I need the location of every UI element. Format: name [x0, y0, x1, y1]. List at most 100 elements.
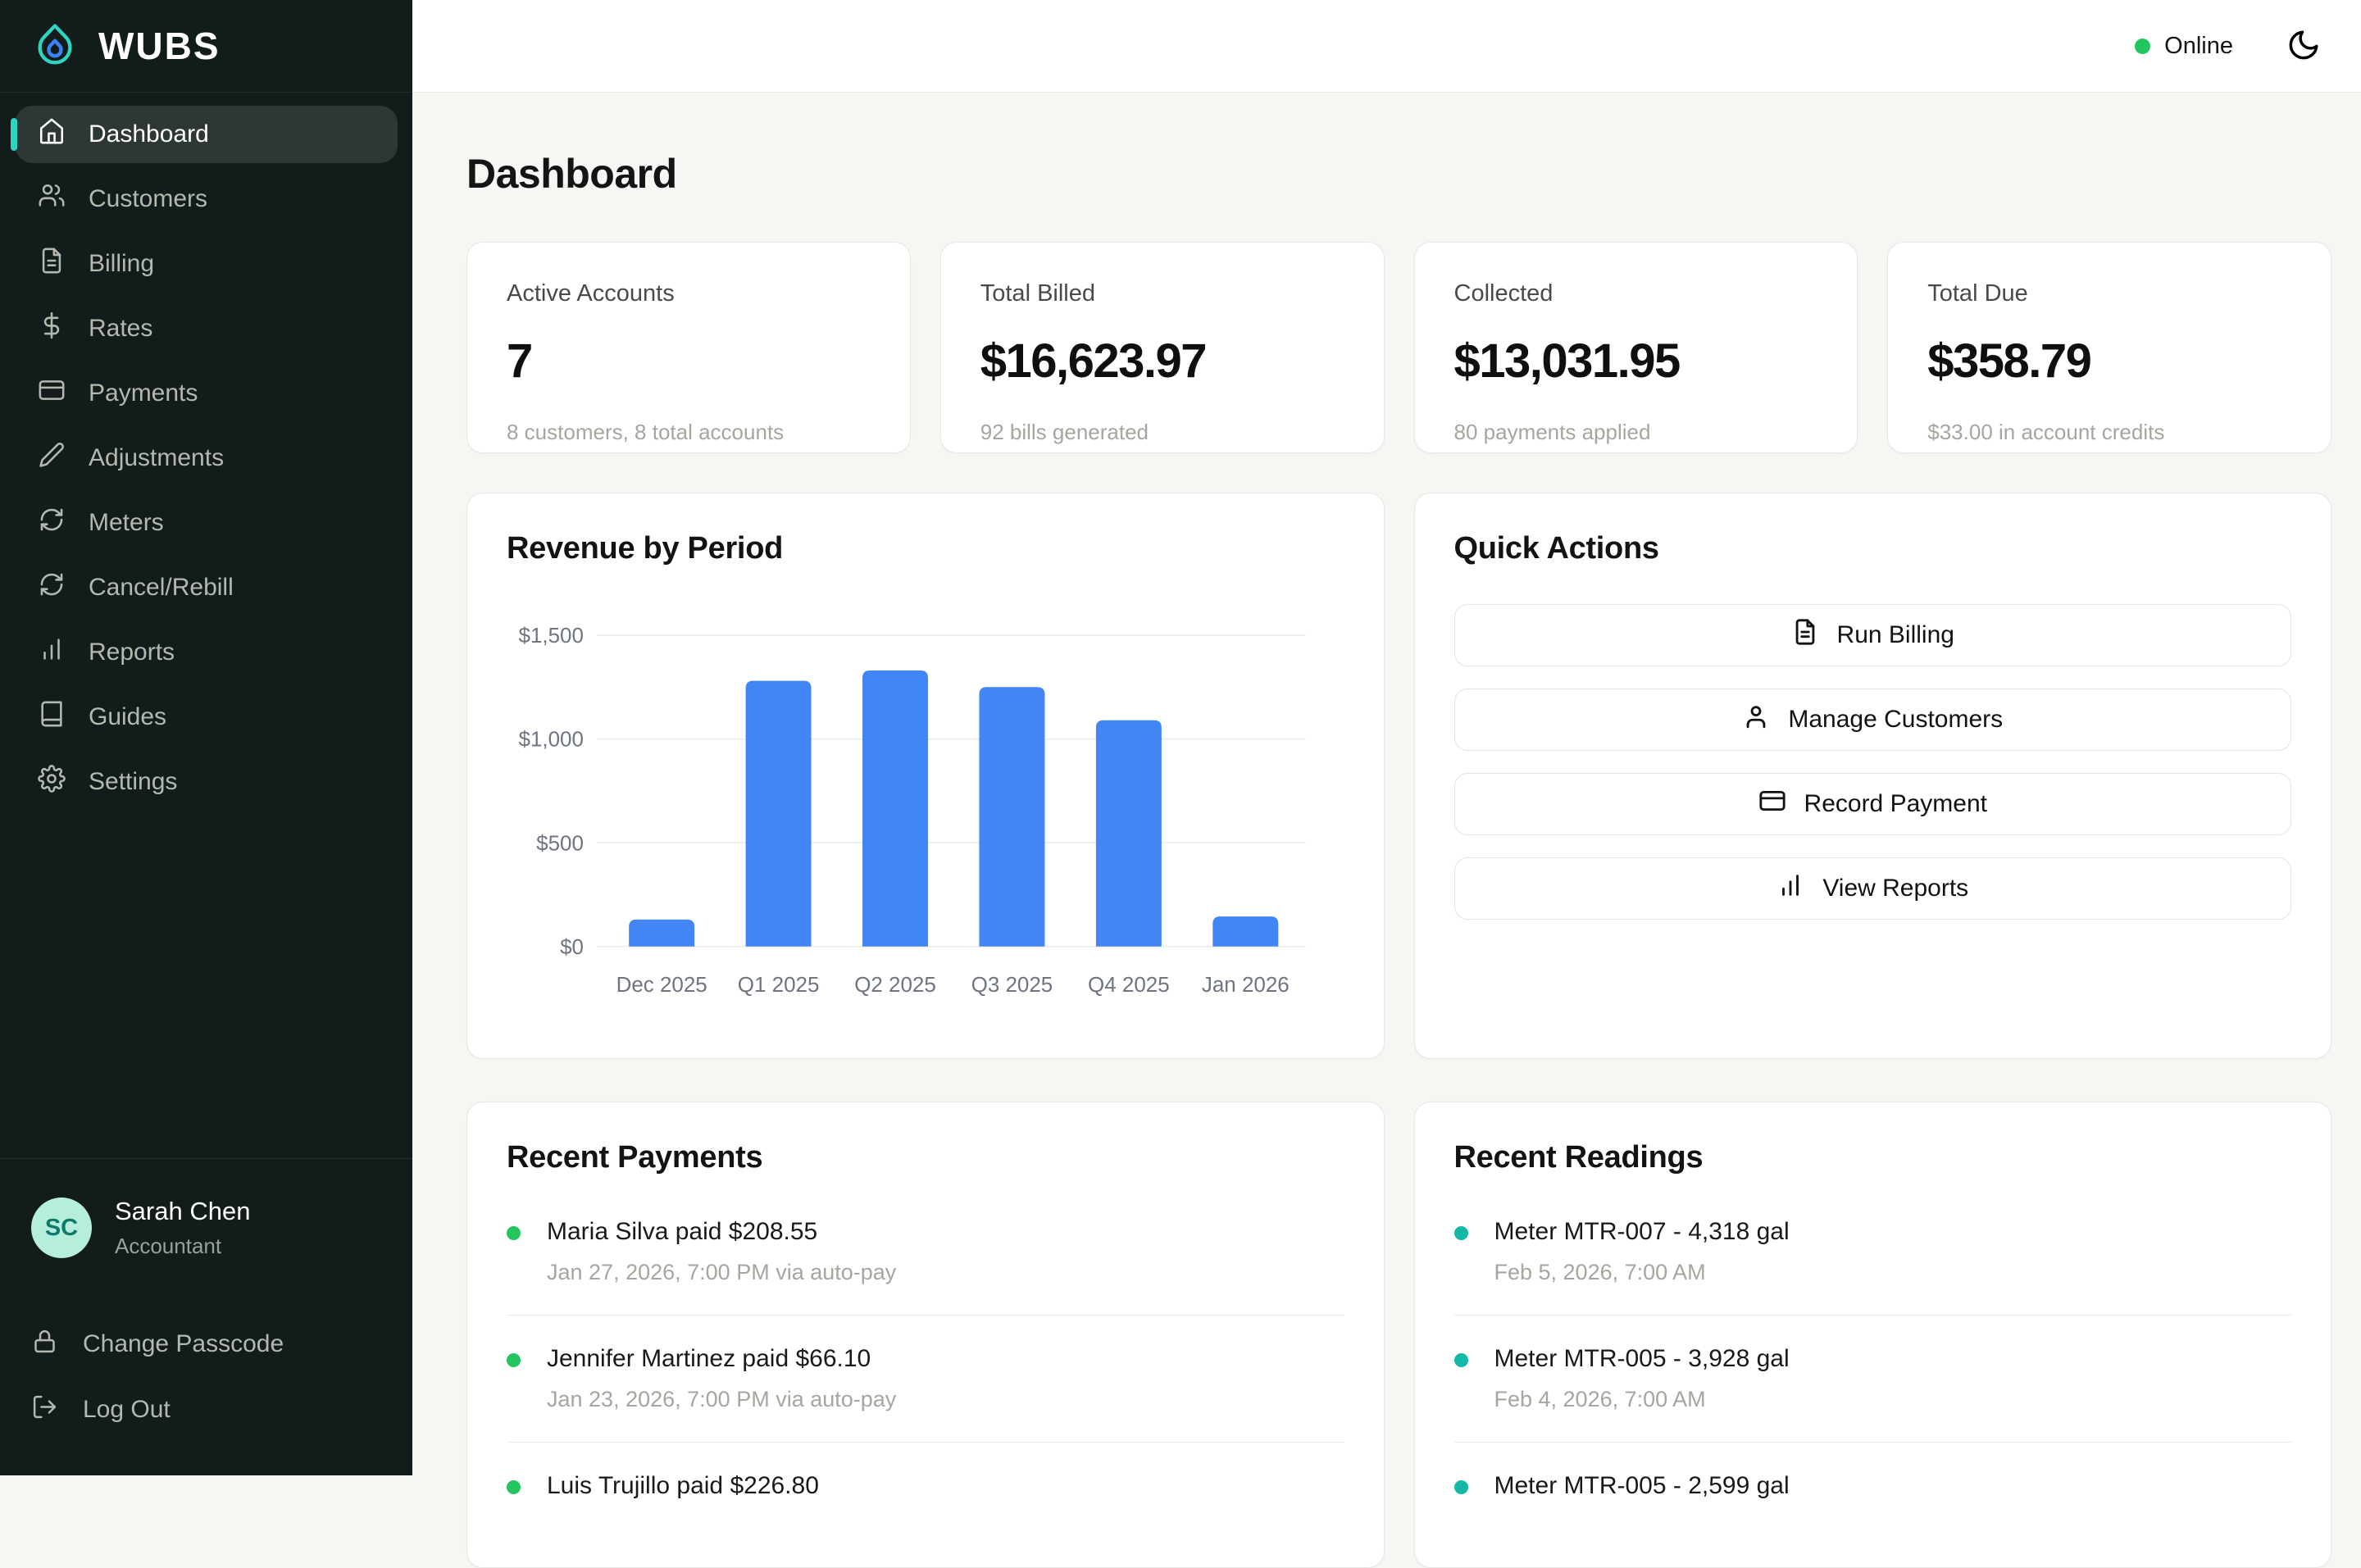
sidebar-item-billing[interactable]: Billing — [15, 235, 398, 293]
stat-cards-row: Active Accounts78 customers, 8 total acc… — [466, 242, 2331, 453]
credit-card-icon — [1758, 787, 1786, 821]
list-item-title: Luis Trujillo paid $226.80 — [547, 1472, 819, 1500]
file-text-icon — [38, 247, 66, 281]
manage-customers-button[interactable]: Manage Customers — [1454, 689, 2292, 751]
app-window: WUBS Dashboard Customers Billing Rates Payme… — [0, 0, 2361, 1475]
sidebar-item-meters[interactable]: Meters — [15, 494, 398, 552]
stat-label: Total Billed — [980, 280, 1344, 307]
stat-value: $358.79 — [1927, 334, 2291, 389]
stat-card-total-due: Total Due$358.79$33.00 in account credit… — [1887, 242, 2331, 453]
quick-actions-card: Quick Actions Run Billing Manage Customer… — [1414, 493, 2332, 1059]
quick-actions-title: Quick Actions — [1454, 531, 2292, 566]
sidebar-item-payments[interactable]: Payments — [15, 365, 398, 422]
user-icon — [1742, 702, 1770, 737]
status-dot-icon — [507, 1226, 521, 1240]
list-item-title: Maria Silva paid $208.55 — [547, 1218, 896, 1246]
change-passcode-button[interactable]: Change Passcode — [31, 1311, 381, 1377]
user-row: SC Sarah Chen Accountant — [31, 1197, 381, 1259]
stat-subtext: 80 payments applied — [1454, 420, 1818, 445]
recent-readings-list: Meter MTR-007 - 4,318 gal Feb 5, 2026, 7:… — [1454, 1188, 2292, 1529]
user-meta: Sarah Chen Accountant — [115, 1197, 250, 1259]
sidebar-item-label: Cancel/Rebill — [89, 574, 234, 602]
users-icon — [38, 182, 66, 216]
sidebar-item-dashboard[interactable]: Dashboard — [15, 106, 398, 163]
quick-action-label: Run Billing — [1837, 621, 1954, 649]
list-item: Meter MTR-007 - 4,318 gal Feb 5, 2026, 7:… — [1454, 1188, 2292, 1316]
book-icon — [38, 700, 66, 734]
bar-chart-svg: $0$500$1,000$1,500Dec 2025Q1 2025Q2 2025… — [507, 578, 1344, 1020]
stat-label: Active Accounts — [507, 280, 871, 307]
bar-chart-icon — [38, 635, 66, 670]
status-dot-icon — [507, 1480, 521, 1494]
list-item-title: Jennifer Martinez paid $66.10 — [547, 1345, 896, 1373]
record-payment-button[interactable]: Record Payment — [1454, 773, 2292, 835]
sidebar-footer: SC Sarah Chen Accountant Change Passcode… — [0, 1158, 412, 1475]
list-item-subtitle: Feb 5, 2026, 7:00 AM — [1494, 1260, 1790, 1285]
list-item-title: Meter MTR-007 - 4,318 gal — [1494, 1218, 1790, 1246]
sidebar-item-cancel-rebill[interactable]: Cancel/Rebill — [15, 559, 398, 616]
sidebar-item-adjustments[interactable]: Adjustments — [15, 429, 398, 487]
page-title: Dashboard — [466, 150, 2331, 198]
list-item: Jennifer Martinez paid $66.10 Jan 23, 202… — [507, 1316, 1344, 1443]
refresh-icon — [38, 570, 66, 605]
x-axis-tick-label: Q2 2025 — [854, 972, 936, 997]
recent-payments-card: Recent Payments Maria Silva paid $208.55… — [466, 1102, 1385, 1568]
sidebar-item-label: Payments — [89, 380, 198, 407]
view-reports-button[interactable]: View Reports — [1454, 857, 2292, 920]
file-text-icon — [1791, 618, 1819, 652]
y-axis-tick-label: $500 — [536, 830, 584, 855]
stat-subtext: 92 bills generated — [980, 420, 1344, 445]
quick-action-label: View Reports — [1822, 875, 1968, 902]
main-area: Online Dashboard Active Accounts78 custo… — [412, 0, 2361, 1475]
run-billing-button[interactable]: Run Billing — [1454, 604, 2292, 666]
stat-card-total-billed: Total Billed$16,623.9792 bills generated — [940, 242, 1385, 453]
app-name: WUBS — [98, 24, 221, 68]
stat-card-collected: Collected$13,031.9580 payments applied — [1414, 242, 1858, 453]
user-name: Sarah Chen — [115, 1197, 250, 1226]
list-item-subtitle: Jan 27, 2026, 7:00 PM via auto-pay — [547, 1260, 896, 1285]
stat-label: Total Due — [1927, 280, 2291, 307]
list-item-subtitle: Jan 23, 2026, 7:00 PM via auto-pay — [547, 1387, 896, 1412]
sidebar: WUBS Dashboard Customers Billing Rates Payme… — [0, 0, 412, 1475]
home-icon — [38, 117, 66, 152]
sidebar-item-label: Customers — [89, 185, 207, 213]
pencil-icon — [38, 441, 66, 475]
y-axis-tick-label: $0 — [560, 934, 584, 959]
recent-readings-card: Recent Readings Meter MTR-007 - 4,318 ga… — [1414, 1102, 2332, 1568]
sidebar-item-guides[interactable]: Guides — [15, 689, 398, 746]
quick-actions-list: Run Billing Manage Customers Record Paymen… — [1454, 604, 2292, 920]
y-axis-tick-label: $1,500 — [519, 623, 584, 648]
y-axis-tick-label: $1,000 — [519, 727, 584, 752]
quick-action-label: Manage Customers — [1788, 706, 2003, 734]
list-item: Meter MTR-005 - 3,928 galFeb 4, 2026, 7:… — [1454, 1316, 2292, 1443]
sidebar-item-label: Settings — [89, 768, 177, 796]
list-item-text: Meter MTR-005 - 3,928 galFeb 4, 2026, 7:… — [1494, 1345, 1790, 1412]
stat-label: Collected — [1454, 280, 1818, 307]
dollar-icon — [38, 311, 66, 346]
account-action-label: Change Passcode — [83, 1330, 284, 1358]
quick-action-label: Record Payment — [1804, 790, 1987, 818]
log-out-icon — [31, 1393, 58, 1427]
list-item-text: Luis Trujillo paid $226.80 — [547, 1472, 819, 1500]
sidebar-item-settings[interactable]: Settings — [15, 753, 398, 811]
avatar: SC — [31, 1198, 92, 1258]
list-item: Meter MTR-005 - 2,599 gal — [1454, 1443, 2292, 1529]
sidebar-item-customers[interactable]: Customers — [15, 170, 398, 228]
sidebar-item-reports[interactable]: Reports — [15, 624, 398, 681]
recent-payments-title: Recent Payments — [507, 1140, 1344, 1175]
status-dot-icon — [1454, 1480, 1468, 1494]
credit-card-icon — [38, 376, 66, 411]
sidebar-item-label: Guides — [89, 703, 166, 731]
x-axis-tick-label: Q3 2025 — [971, 972, 1053, 997]
dark-mode-toggle[interactable] — [2284, 26, 2323, 66]
list-item-title: Meter MTR-005 - 3,928 gal — [1494, 1345, 1790, 1373]
list-item-text: Jennifer Martinez paid $66.10 Jan 23, 202… — [547, 1345, 896, 1412]
middle-row: Revenue by Period $0$500$1,000$1,500Dec … — [466, 493, 2331, 1059]
revenue-chart-card: Revenue by Period $0$500$1,000$1,500Dec … — [466, 493, 1385, 1059]
status-dot-icon — [1454, 1226, 1468, 1240]
sidebar-item-rates[interactable]: Rates — [15, 300, 398, 357]
lock-icon — [31, 1328, 58, 1361]
app-logo-row: WUBS — [0, 0, 412, 93]
log-out-button[interactable]: Log Out — [31, 1377, 381, 1443]
list-item: Maria Silva paid $208.55 Jan 27, 2026, 7:… — [507, 1188, 1344, 1316]
